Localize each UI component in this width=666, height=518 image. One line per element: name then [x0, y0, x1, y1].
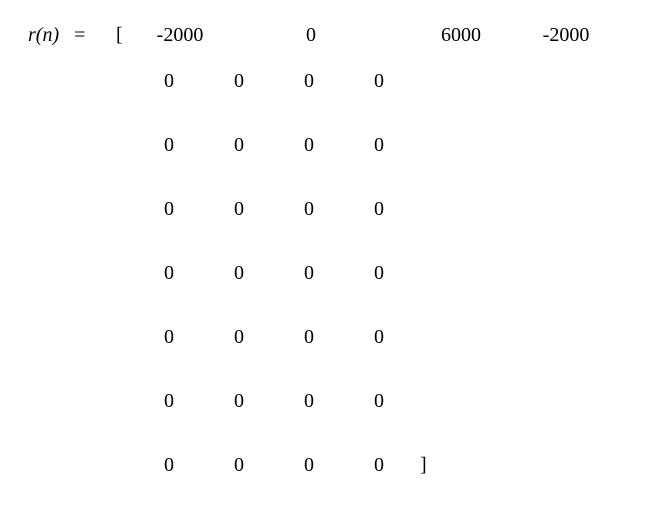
- matrix-row: 0 0 0 0: [134, 198, 427, 262]
- matrix-cell: 0: [204, 326, 274, 349]
- matrix-cell: 0: [344, 454, 414, 477]
- matrix-cell: 0: [134, 198, 204, 221]
- matrix-cell: 0: [204, 390, 274, 413]
- matrix-row-1: -2000 0 6000 -2000: [134, 24, 606, 47]
- matrix-cell: 0: [204, 262, 274, 285]
- matrix-cell: 0: [134, 454, 204, 477]
- close-bracket: ]: [420, 454, 427, 477]
- matrix-cell: 0: [274, 326, 344, 349]
- matrix-cell: 0: [274, 134, 344, 157]
- matrix-cell: 0: [344, 326, 414, 349]
- matrix-cell: 0: [204, 454, 274, 477]
- matrix-cell: 0: [134, 134, 204, 157]
- equals-sign: =: [74, 24, 85, 46]
- open-bracket: [: [116, 24, 123, 47]
- matrix-cell: -2000: [526, 24, 606, 47]
- matrix-cell: 0: [274, 70, 344, 93]
- matrix-row: 0 0 0 0: [134, 262, 427, 326]
- matrix-cell: 6000: [396, 24, 526, 47]
- matrix-row: 0 0 0 0: [134, 390, 427, 454]
- matrix-cell: 0: [204, 134, 274, 157]
- matrix-cell: 0: [344, 390, 414, 413]
- function-label: r(n): [28, 24, 59, 46]
- equation-block: r(n) = [ -2000 0 6000 -2000 0 0 0 0 0 0 …: [0, 0, 666, 500]
- matrix-cell: 0: [134, 262, 204, 285]
- matrix-cell: 0: [134, 326, 204, 349]
- matrix-cell: 0: [226, 24, 396, 47]
- matrix-row: 0 0 0 0: [134, 134, 427, 198]
- matrix-cell: 0: [204, 198, 274, 221]
- matrix-cell: 0: [204, 70, 274, 93]
- matrix-cell: 0: [274, 198, 344, 221]
- matrix-cell: -2000: [134, 24, 226, 47]
- matrix-row: 0 0 0 0: [134, 326, 427, 390]
- matrix-cell: 0: [344, 134, 414, 157]
- matrix-row: 0 0 0 0: [134, 70, 427, 134]
- matrix-cell: 0: [274, 454, 344, 477]
- matrix-row: 0 0 0 0 ]: [134, 454, 427, 518]
- matrix-cell: 0: [134, 70, 204, 93]
- matrix-cell: 0: [274, 390, 344, 413]
- matrix-body: 0 0 0 0 0 0 0 0 0 0 0 0 0 0 0 0 0 0 0 0: [134, 70, 427, 518]
- matrix-cell: 0: [344, 70, 414, 93]
- matrix-cell: 0: [344, 262, 414, 285]
- matrix-cell: 0: [134, 390, 204, 413]
- matrix-cell: 0: [344, 198, 414, 221]
- matrix-cell: 0: [274, 262, 344, 285]
- equation-lhs: r(n) =: [28, 24, 85, 47]
